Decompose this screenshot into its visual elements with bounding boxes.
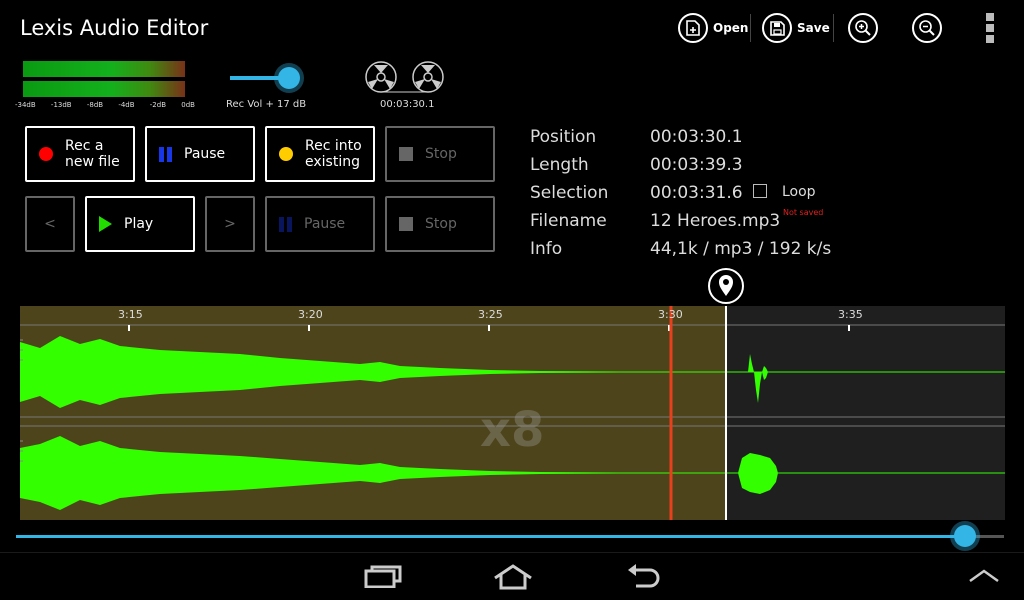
stop-play-button[interactable]: Stop (385, 196, 495, 252)
pause-icon (279, 216, 292, 232)
record-dot-icon (39, 147, 53, 161)
zoom-out-button[interactable] (912, 12, 942, 44)
zoom-in-button[interactable] (848, 12, 878, 44)
progress-track-remaining[interactable] (974, 535, 1004, 538)
waveform-view[interactable]: 3:15 3:20 3:25 3:30 3:35 x8 (20, 306, 1005, 520)
info-value: 44,1k / mp3 / 192 k/s (650, 239, 832, 259)
pause-icon (159, 146, 172, 162)
loop-label: Loop (782, 184, 816, 200)
back-icon[interactable] (624, 562, 662, 594)
stop-rec-button[interactable]: Stop (385, 126, 495, 182)
overflow-menu-icon[interactable] (986, 13, 996, 45)
toolbar-divider (750, 14, 751, 42)
timeline-tick-label: 3:30 (658, 308, 683, 321)
play-button[interactable]: Play (85, 196, 195, 252)
pause-play-button[interactable]: Pause (265, 196, 375, 252)
open-label: Open (713, 21, 749, 35)
info-label: Info (530, 239, 563, 259)
progress-track-filled[interactable] (16, 535, 974, 538)
zoom-level-label: x8 (480, 402, 545, 458)
tape-reels-icon (364, 60, 448, 102)
file-open-icon (678, 13, 708, 43)
filename-label: Filename (530, 211, 607, 231)
save-disk-icon (762, 13, 792, 43)
rec-new-file-button[interactable]: Rec a new file (25, 126, 135, 182)
selection-label: Selection (530, 183, 609, 203)
timeline-tick-label: 3:20 (298, 308, 323, 321)
pause-rec-button[interactable]: Pause (145, 126, 255, 182)
selection-value: 00:03:31.6 (650, 183, 743, 203)
meter-scale: -34dB -13dB -8dB -4dB -2dB 0dB (15, 101, 195, 109)
level-meter-right (23, 81, 185, 97)
chevron-up-icon[interactable] (968, 568, 1000, 588)
length-value: 00:03:39.3 (650, 155, 743, 175)
zoom-in-icon (848, 13, 878, 43)
zoom-out-icon (912, 13, 942, 43)
stop-icon (399, 147, 413, 161)
position-label: Position (530, 127, 597, 147)
loop-checkbox[interactable] (753, 184, 767, 198)
timeline-tick-label: 3:15 (118, 308, 143, 321)
next-button[interactable]: > (205, 196, 255, 252)
timeline-tick-label: 3:35 (838, 308, 863, 321)
position-value: 00:03:30.1 (650, 127, 743, 147)
position-marker-icon[interactable] (707, 267, 745, 309)
home-icon[interactable] (491, 562, 535, 594)
rec-volume-label: Rec Vol + 17 dB (226, 99, 307, 110)
timeline-tick-label: 3:25 (478, 308, 503, 321)
toolbar-divider (833, 14, 834, 42)
open-button[interactable]: Open (678, 12, 748, 44)
rec-volume-knob[interactable] (278, 67, 300, 89)
not-saved-label: Not saved (783, 208, 824, 217)
save-button[interactable]: Save (762, 12, 830, 44)
stop-icon (399, 217, 413, 231)
rec-into-existing-button[interactable]: Rec into existing (265, 126, 375, 182)
tape-time: 00:03:30.1 (380, 99, 435, 110)
prev-button[interactable]: < (25, 196, 75, 252)
save-label: Save (797, 21, 830, 35)
play-icon (99, 216, 112, 232)
recent-apps-icon[interactable] (364, 564, 402, 592)
progress-knob[interactable] (954, 525, 976, 547)
filename-value: 12 Heroes.mp3 (650, 211, 781, 231)
system-nav-bar (0, 552, 1024, 600)
app-title: Lexis Audio Editor (20, 16, 209, 40)
level-meter-left (23, 61, 185, 77)
length-label: Length (530, 155, 589, 175)
record-dot-icon (279, 147, 293, 161)
